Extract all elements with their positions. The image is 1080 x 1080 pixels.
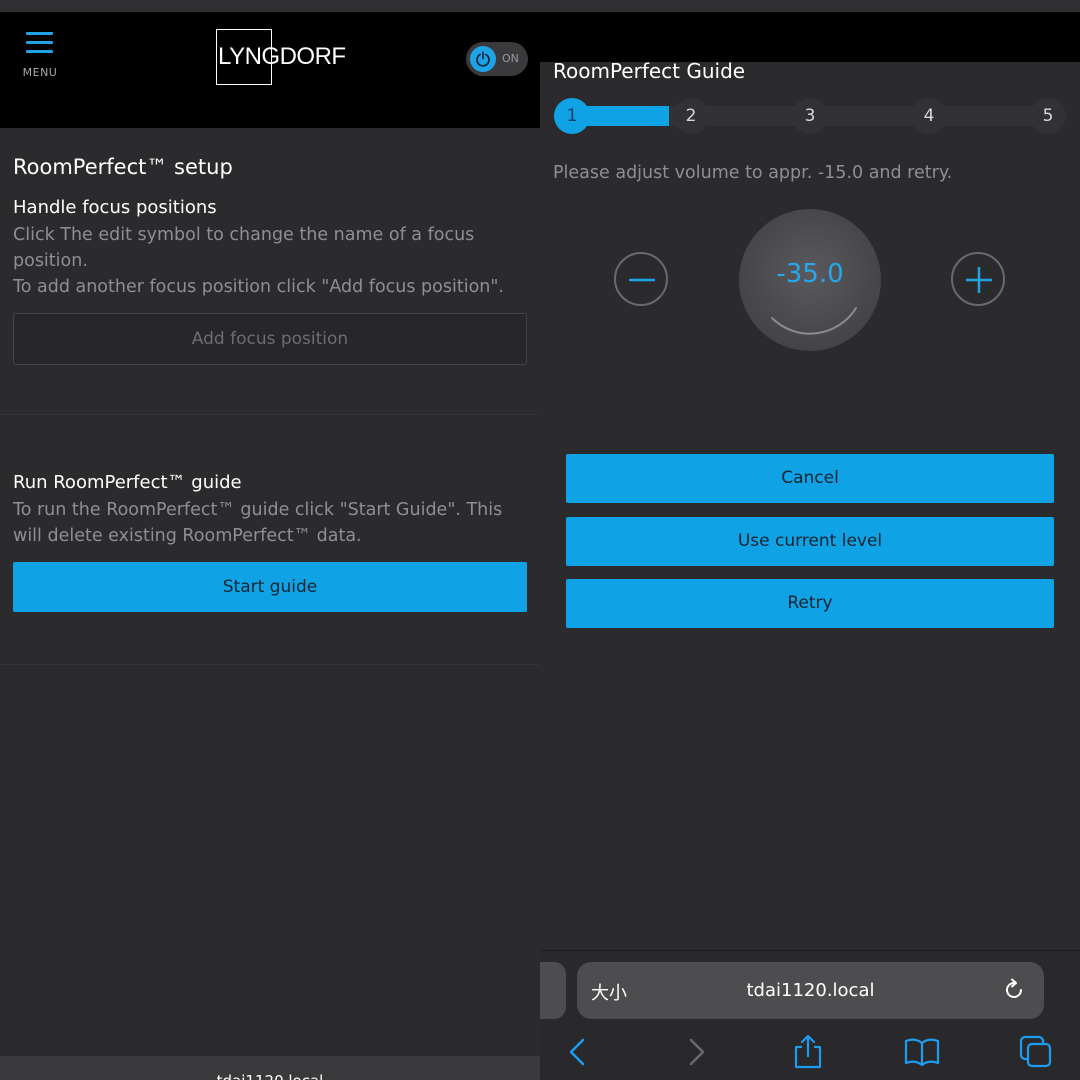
step-4: 4 bbox=[911, 98, 947, 134]
app-header: MENU LYNGDORF ON bbox=[0, 12, 540, 128]
lyngdorf-logo: LYNGDORF bbox=[216, 29, 346, 85]
add-focus-position-button[interactable]: Add focus position bbox=[13, 313, 527, 365]
back-icon bbox=[569, 1038, 585, 1066]
power-icon bbox=[470, 46, 496, 72]
focus-instructions: Click The edit symbol to change the name… bbox=[13, 222, 527, 300]
volume-down-button[interactable] bbox=[614, 252, 668, 306]
share-button[interactable] bbox=[790, 1034, 826, 1070]
volume-instruction: Please adjust volume to appr. -15.0 and … bbox=[553, 163, 953, 183]
forward-icon bbox=[689, 1038, 705, 1066]
bookmarks-button[interactable] bbox=[904, 1034, 940, 1070]
setup-title: RoomPerfect™ setup bbox=[13, 155, 233, 179]
previous-tab-preview[interactable] bbox=[540, 962, 566, 1019]
reload-button[interactable] bbox=[1002, 978, 1026, 1006]
focus-instruction-2: To add another focus position click "Add… bbox=[13, 277, 504, 297]
power-toggle[interactable]: ON bbox=[466, 42, 528, 76]
power-label: ON bbox=[502, 52, 519, 65]
share-icon bbox=[794, 1034, 822, 1069]
guide-stepper: 1 2 3 4 5 bbox=[554, 98, 1066, 134]
menu-button[interactable]: MENU bbox=[16, 28, 64, 84]
reload-icon bbox=[1006, 978, 1022, 998]
status-strip bbox=[540, 0, 1080, 12]
volume-knob[interactable]: -35.0 bbox=[739, 209, 881, 351]
menu-label: MENU bbox=[22, 66, 58, 79]
left-screen: MENU LYNGDORF ON RoomPerfect™ setup Hand… bbox=[0, 0, 540, 1080]
menu-icon bbox=[26, 32, 53, 54]
url-text: tdai1120.local bbox=[746, 980, 875, 1001]
volume-up-button[interactable] bbox=[951, 252, 1005, 306]
app-header bbox=[540, 12, 1080, 62]
focus-instruction-1: Click The edit symbol to change the name… bbox=[13, 225, 475, 271]
guide-title: RoomPerfect Guide bbox=[553, 59, 746, 83]
retry-button[interactable]: Retry bbox=[566, 579, 1054, 628]
back-button[interactable] bbox=[560, 1034, 596, 1070]
cancel-button[interactable]: Cancel bbox=[566, 454, 1054, 503]
step-3: 3 bbox=[792, 98, 828, 134]
guide-heading: Run RoomPerfect™ guide bbox=[13, 472, 242, 493]
start-guide-button[interactable]: Start guide bbox=[13, 562, 527, 612]
volume-value: -35.0 bbox=[776, 259, 844, 289]
use-current-level-button[interactable]: Use current level bbox=[566, 517, 1054, 566]
step-5: 5 bbox=[1030, 98, 1066, 134]
status-strip bbox=[0, 0, 540, 12]
tabs-icon bbox=[1019, 1035, 1052, 1068]
logo-text: LYNGDORF bbox=[218, 43, 346, 70]
plus-icon bbox=[966, 267, 992, 293]
footer-url: tdai1120.local bbox=[0, 1072, 540, 1080]
tabs-button[interactable] bbox=[1018, 1034, 1054, 1070]
bookmarks-icon bbox=[904, 1038, 940, 1067]
section-divider bbox=[0, 664, 540, 665]
focus-heading: Handle focus positions bbox=[13, 197, 217, 218]
step-1: 1 bbox=[554, 98, 590, 134]
minus-icon bbox=[629, 278, 655, 282]
address-bar[interactable]: 大小 tdai1120.local bbox=[577, 962, 1044, 1019]
step-2: 2 bbox=[673, 98, 709, 134]
right-screen: RoomPerfect Guide 1 2 3 4 5 Please adjus… bbox=[540, 0, 1080, 1080]
browser-footer: tdai1120.local bbox=[0, 1056, 540, 1080]
guide-description: To run the RoomPerfect™ guide click "Sta… bbox=[13, 500, 503, 546]
forward-button[interactable] bbox=[678, 1034, 714, 1070]
section-divider bbox=[0, 414, 540, 415]
